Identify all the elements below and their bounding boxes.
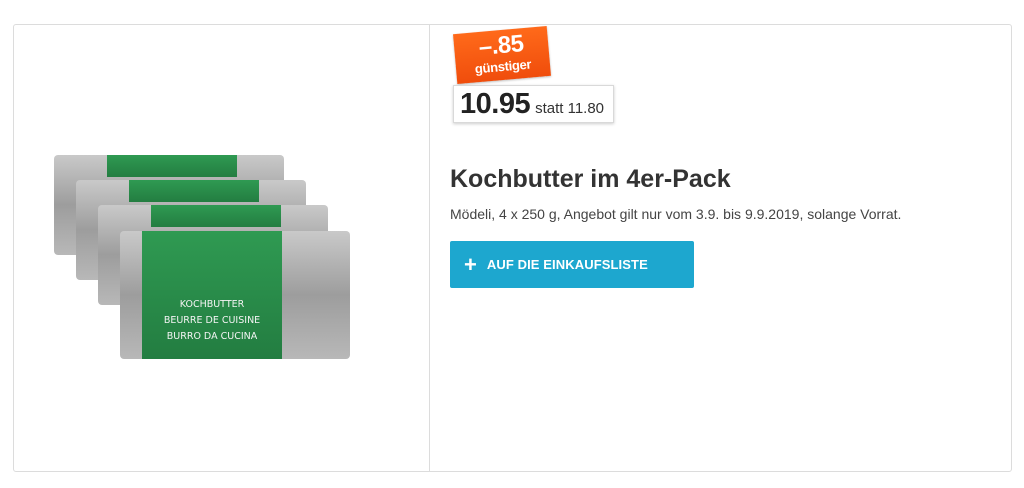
product-title: Kochbutter im 4er-Pack [450,165,731,193]
pack-label-line-1: KOCHBUTTER [180,299,245,310]
plus-icon: + [464,251,477,277]
card-divider [429,25,430,471]
pack-label-line-2: BEURRE DE CUISINE [164,315,260,326]
discount-badge: –.85 günstiger [452,25,552,85]
price-box: 10.95 statt 11.80 [453,85,615,123]
add-to-shopping-list-label: AUF DIE EINKAUFSLISTE [486,257,648,272]
add-to-shopping-list-button[interactable]: + AUF DIE EINKAUFSLISTE [450,241,694,288]
product-image: KOCHBUTTER BEURRE DE CUISINE BURRO DA CU… [14,25,429,471]
pack-label-line-3: BURRO DA CUCINA [167,331,258,342]
product-description: Mödeli, 4 x 250 g, Angebot gilt nur vom … [450,206,902,222]
old-price: statt 11.80 [535,100,605,117]
butter-packs-image: KOCHBUTTER BEURRE DE CUISINE BURRO DA CU… [54,155,350,359]
current-price: 10.95 [460,88,531,120]
